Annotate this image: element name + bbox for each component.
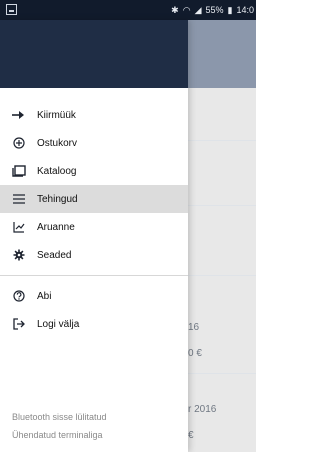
bluetooth-icon: ✱	[171, 5, 179, 15]
background-text: €	[188, 430, 194, 441]
gear-icon	[12, 248, 26, 262]
drawer-menu: Kiirmüük Ostukorv Kataloog Tehingud Arua	[0, 101, 188, 338]
background-divider	[188, 275, 256, 276]
menu-item-aruanne[interactable]: Aruanne	[0, 213, 188, 241]
menu-item-tehingud[interactable]: Tehingud	[0, 185, 188, 213]
list-icon	[12, 192, 26, 206]
background-content: 16 0 € r 2016 €	[188, 20, 256, 452]
battery-icon: ▮	[227, 5, 233, 15]
battery-percent: 55%	[205, 5, 224, 15]
menu-divider	[0, 275, 188, 276]
navigation-drawer: Kiirmüük Ostukorv Kataloog Tehingud Arua	[0, 20, 188, 452]
status-right: ✱ ◠ ◢ 55% ▮ 14:0	[171, 5, 254, 15]
background-scrim[interactable]	[188, 88, 256, 452]
menu-item-label: Kiirmüük	[37, 109, 76, 121]
background-divider	[188, 373, 256, 374]
menu-item-abi[interactable]: Abi	[0, 282, 188, 310]
wifi-icon: ◠	[182, 5, 191, 15]
help-icon	[12, 289, 26, 303]
drawer-header	[0, 20, 188, 88]
menu-item-label: Ostukorv	[37, 137, 78, 149]
menu-item-kataloog[interactable]: Kataloog	[0, 157, 188, 185]
signal-icon: ◢	[194, 5, 202, 15]
menu-item-kiirmyyk[interactable]: Kiirmüük	[0, 101, 188, 129]
bluetooth-status: Bluetooth sisse lülitatud	[12, 412, 107, 422]
background-text: 16	[188, 322, 200, 333]
add-circle-icon	[12, 136, 26, 150]
chart-line-icon	[12, 220, 26, 234]
menu-item-label: Abi	[37, 290, 52, 302]
notification-icon	[6, 4, 17, 15]
menu-item-label: Aruanne	[37, 221, 75, 233]
clock: 14:0	[236, 5, 254, 15]
menu-item-label: Seaded	[37, 249, 72, 261]
terminal-status: Ühendatud terminaliga	[12, 430, 103, 440]
drawer-footer: Bluetooth sisse lülitatud Ühendatud term…	[12, 408, 107, 444]
menu-item-logi-valja[interactable]: Logi välja	[0, 310, 188, 338]
menu-item-label: Tehingud	[37, 193, 78, 205]
background-text: 0 €	[188, 348, 202, 359]
background-divider	[188, 205, 256, 206]
quick-sale-icon	[12, 108, 26, 122]
menu-item-ostukorv[interactable]: Ostukorv	[0, 129, 188, 157]
menu-item-seaded[interactable]: Seaded	[0, 241, 188, 269]
catalog-icon	[12, 164, 26, 178]
background-header	[188, 20, 256, 88]
background-divider	[188, 140, 256, 141]
status-bar: ✱ ◠ ◢ 55% ▮ 14:0	[0, 0, 256, 20]
logout-icon	[12, 317, 26, 331]
menu-item-label: Kataloog	[37, 165, 77, 177]
menu-item-label: Logi välja	[37, 318, 80, 330]
background-text: r 2016	[188, 404, 217, 415]
